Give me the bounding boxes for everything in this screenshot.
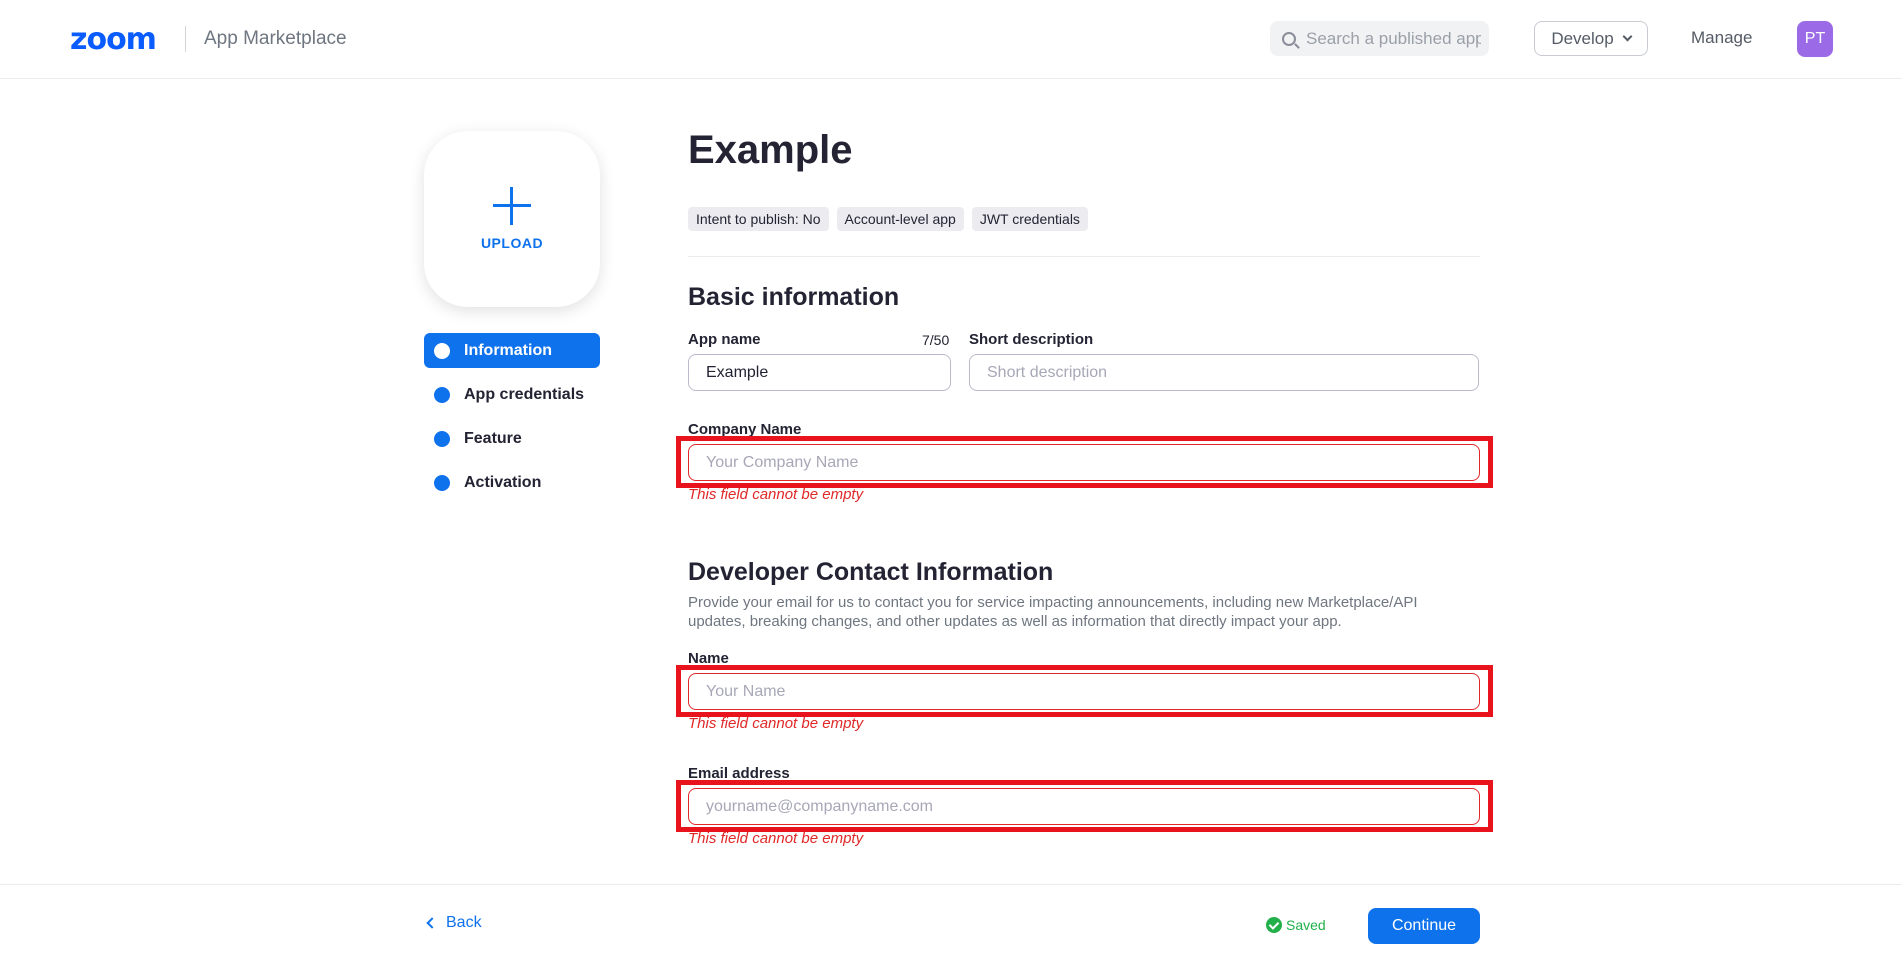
top-header: zoom App Marketplace Develop Manage PT: [0, 0, 1902, 79]
step-dot-icon: [434, 342, 450, 359]
short-description-label: Short description: [969, 331, 1094, 348]
upload-label: UPLOAD: [480, 235, 544, 251]
sidebar-item-label: Feature: [464, 429, 522, 447]
name-error: This field cannot be empty: [688, 715, 864, 732]
develop-label: Develop: [1551, 28, 1614, 48]
chevron-left-icon: [426, 917, 438, 929]
sidebar-nav: Information App credentials Feature Acti…: [424, 333, 600, 509]
develop-dropdown[interactable]: Develop: [1534, 21, 1648, 56]
divider: [688, 256, 1480, 257]
step-dot-icon: [434, 430, 450, 447]
name-field[interactable]: [688, 673, 1480, 710]
search-input[interactable]: [1306, 28, 1481, 49]
company-name-field[interactable]: [688, 444, 1480, 481]
step-dot-icon: [434, 386, 450, 403]
company-name-input[interactable]: [706, 453, 1479, 472]
sidebar-item-label: Activation: [464, 473, 542, 491]
manage-link[interactable]: Manage: [1691, 28, 1752, 48]
short-description-input[interactable]: [987, 363, 1478, 382]
developer-contact-description: Provide your email for us to contact you…: [688, 594, 1418, 630]
saved-status: Saved: [1266, 917, 1326, 933]
developer-contact-heading: Developer Contact Information: [688, 558, 1054, 586]
email-field[interactable]: [688, 788, 1480, 825]
company-name-error: This field cannot be empty: [688, 486, 864, 503]
continue-button[interactable]: Continue: [1368, 908, 1480, 944]
back-button[interactable]: Back: [426, 914, 482, 932]
email-error: This field cannot be empty: [688, 830, 864, 847]
app-name-label: App name: [688, 331, 761, 348]
short-description-field[interactable]: [969, 354, 1479, 391]
check-circle-icon: [1266, 917, 1282, 933]
back-label: Back: [446, 914, 482, 931]
saved-label: Saved: [1286, 917, 1326, 933]
basic-information-heading: Basic information: [688, 283, 900, 311]
footer-bar: [0, 884, 1902, 967]
plus-icon: [493, 187, 531, 225]
sidebar-item-activation[interactable]: Activation: [424, 465, 600, 500]
step-dot-icon: [434, 474, 450, 491]
sidebar-item-app-credentials[interactable]: App credentials: [424, 377, 600, 412]
logo-divider: [185, 26, 186, 52]
sidebar-item-information[interactable]: Information: [424, 333, 600, 368]
app-marketplace-title[interactable]: App Marketplace: [204, 28, 347, 50]
tag-credential-type: JWT credentials: [971, 207, 1088, 231]
app-name-input[interactable]: [706, 363, 950, 382]
avatar[interactable]: PT: [1797, 21, 1833, 57]
chevron-down-icon: [1622, 31, 1633, 42]
zoom-logo[interactable]: zoom: [70, 22, 157, 57]
email-input[interactable]: [706, 797, 1479, 816]
app-name-field[interactable]: [688, 354, 951, 391]
sidebar-item-feature[interactable]: Feature: [424, 421, 600, 456]
page-title: Example: [688, 128, 853, 172]
sidebar-item-label: App credentials: [464, 385, 585, 403]
sidebar-item-label: Information: [464, 341, 552, 359]
upload-icon-button[interactable]: UPLOAD: [424, 131, 600, 307]
app-name-counter: 7/50: [922, 332, 950, 348]
name-input[interactable]: [706, 682, 1479, 701]
search-icon: [1282, 31, 1296, 46]
tag-account-level: Account-level app: [836, 207, 964, 231]
main-content-header: Example Intent to publish: No Account-le…: [688, 128, 1480, 231]
search-box[interactable]: [1270, 21, 1489, 56]
tag-intent-to-publish: Intent to publish: No: [688, 207, 829, 231]
app-tags: Intent to publish: No Account-level app …: [688, 207, 1088, 231]
